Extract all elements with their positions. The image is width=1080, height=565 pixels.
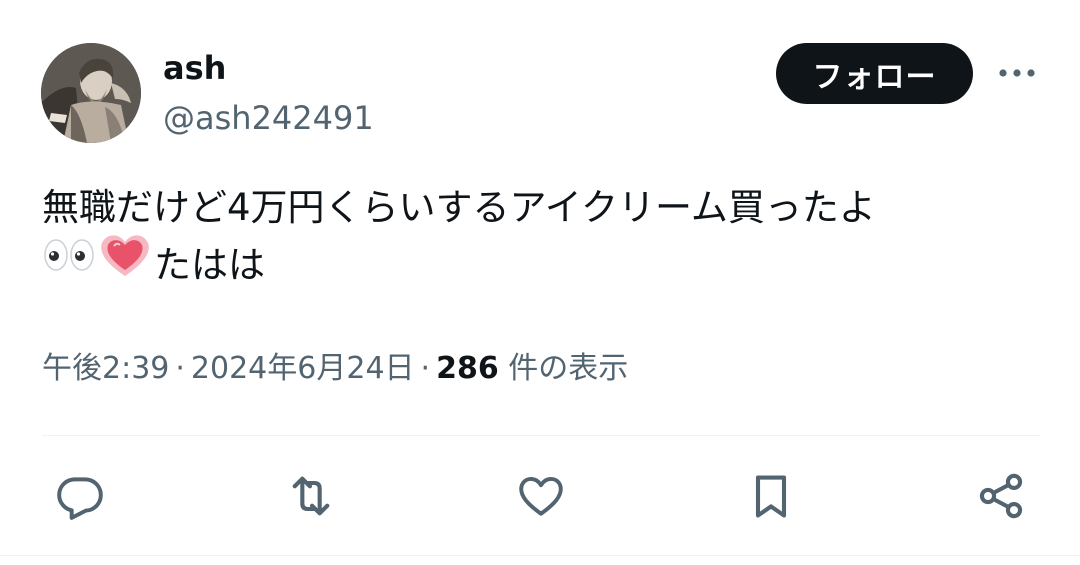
reply-button[interactable] bbox=[54, 470, 106, 522]
author-handle[interactable]: @ash242491 bbox=[163, 97, 374, 139]
tweet-line-1: 無職だけど4万円くらいするアイクリーム買ったよ bbox=[42, 186, 876, 229]
views-count[interactable]: 286 bbox=[436, 351, 499, 386]
follow-button-label: フォロー bbox=[812, 59, 937, 95]
avatar[interactable] bbox=[41, 43, 141, 143]
reply-icon bbox=[57, 477, 103, 520]
tweet-line-2: たはは bbox=[42, 235, 1032, 298]
divider bbox=[42, 435, 1040, 436]
author-name[interactable]: ash bbox=[163, 48, 226, 88]
divider-bottom bbox=[0, 555, 1080, 556]
share-button[interactable] bbox=[975, 470, 1027, 522]
tweet-date[interactable]: 2024年6月24日 bbox=[191, 351, 415, 386]
bookmark-icon bbox=[755, 475, 787, 518]
tweet-time[interactable]: 午後2:39 bbox=[42, 351, 169, 386]
more-horizontal-icon bbox=[999, 69, 1035, 77]
follow-button[interactable]: フォロー bbox=[776, 43, 973, 104]
bookmark-button[interactable] bbox=[745, 470, 797, 522]
tweet-meta: 午後2:39 · 2024年6月24日 · 286 件の表示 bbox=[42, 347, 628, 391]
tweet-line-2-text: たはは bbox=[154, 243, 265, 287]
eyes-emoji-icon bbox=[42, 235, 96, 291]
growing-heart-emoji-icon bbox=[98, 232, 152, 294]
views-label[interactable]: 件の表示 bbox=[508, 351, 628, 386]
tweet-text: 無職だけど4万円くらいするアイクリーム買ったよ たはは bbox=[42, 180, 1032, 298]
meta-separator: · bbox=[420, 351, 431, 386]
share-icon bbox=[979, 473, 1023, 519]
heart-icon bbox=[519, 476, 563, 516]
retweet-button[interactable] bbox=[285, 470, 337, 522]
like-button[interactable] bbox=[515, 470, 567, 522]
engraving-portrait-avatar-icon bbox=[41, 43, 141, 143]
retweet-icon bbox=[292, 476, 330, 516]
meta-separator: · bbox=[175, 351, 185, 386]
more-button[interactable] bbox=[996, 56, 1038, 90]
